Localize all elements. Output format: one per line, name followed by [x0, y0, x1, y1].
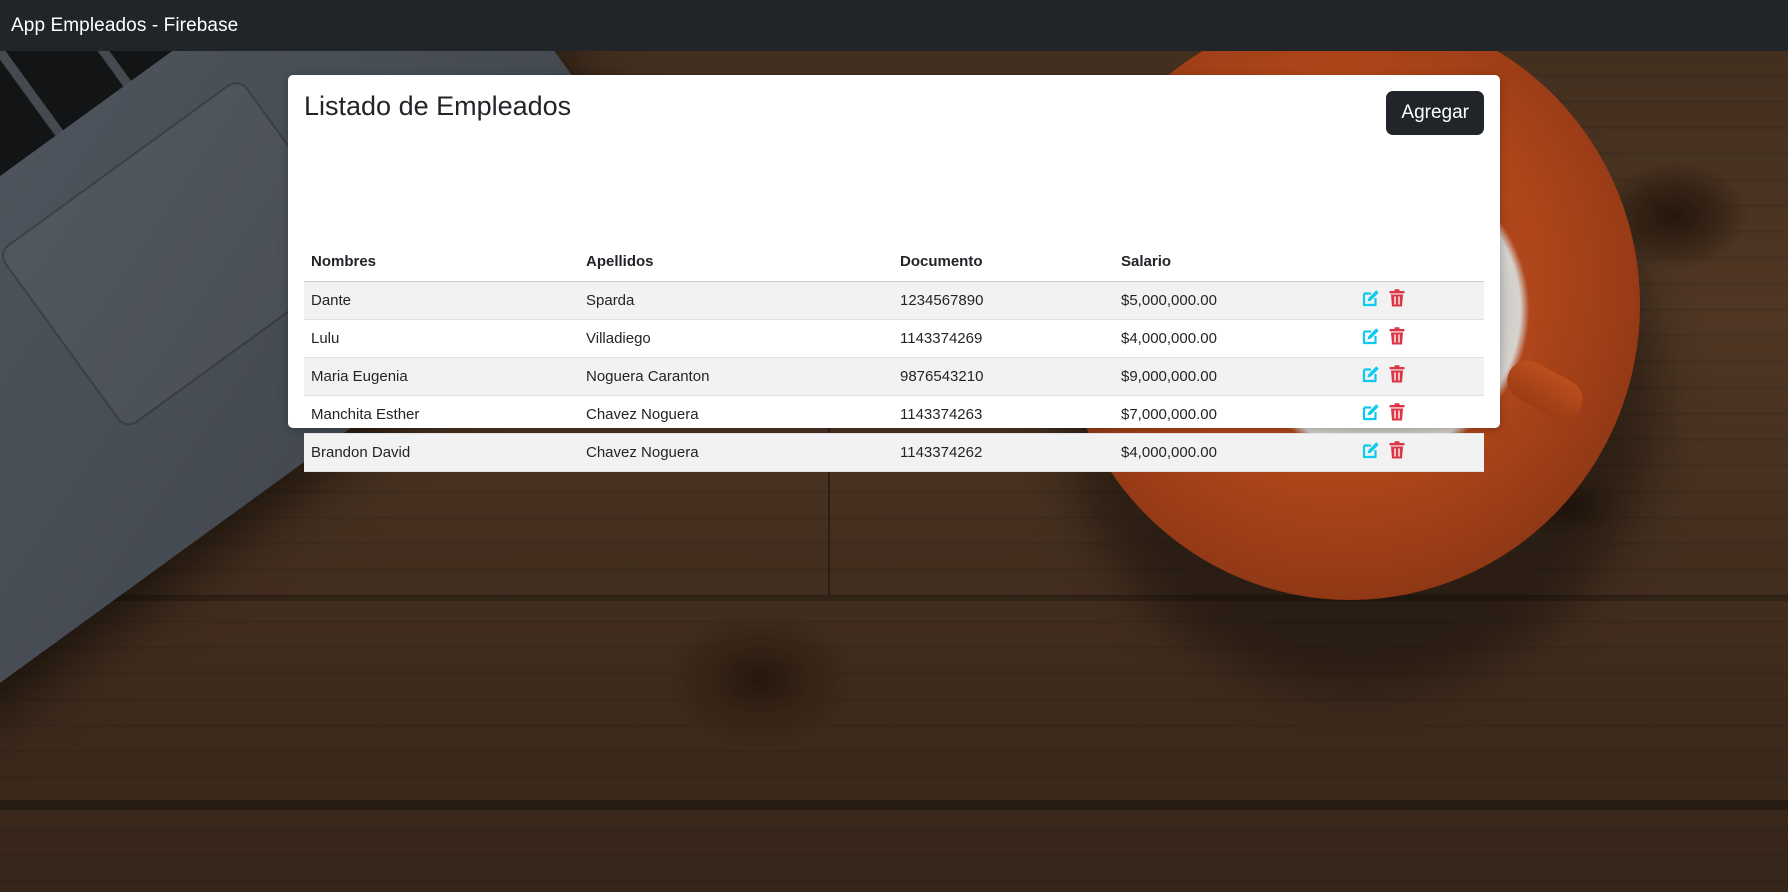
cell-salario: $7,000,000.00	[1114, 395, 1349, 434]
edit-icon[interactable]	[1361, 364, 1381, 384]
cell-documento: 1143374263	[893, 395, 1114, 434]
table-header: Nombres Apellidos Documento Salario	[304, 242, 1484, 282]
cell-salario: $4,000,000.00	[1114, 319, 1349, 358]
table-row: Lulu Villadiego 1143374269 $4,000,000.00	[304, 319, 1484, 358]
table-body: Dante Sparda 1234567890 $5,000,000.00 Lu…	[304, 281, 1484, 472]
cell-nombres: Manchita Esther	[304, 395, 579, 434]
cell-nombres: Dante	[304, 281, 579, 320]
add-employee-button[interactable]: Agregar	[1386, 91, 1484, 135]
navbar: App Empleados - Firebase	[0, 0, 1788, 51]
page-title: Listado de Empleados	[304, 91, 572, 121]
cell-salario: $9,000,000.00	[1114, 357, 1349, 396]
edit-icon[interactable]	[1361, 402, 1381, 422]
cell-actions	[1349, 319, 1484, 358]
cell-documento: 9876543210	[893, 357, 1114, 396]
trash-icon[interactable]	[1387, 288, 1407, 308]
edit-icon[interactable]	[1361, 288, 1381, 308]
cell-apellidos: Chavez Noguera	[579, 395, 893, 434]
table-row: Manchita Esther Chavez Noguera 114337426…	[304, 395, 1484, 434]
cell-actions	[1349, 281, 1484, 320]
employees-table: Nombres Apellidos Documento Salario Dant…	[304, 242, 1484, 472]
trash-icon[interactable]	[1387, 402, 1407, 422]
trash-icon[interactable]	[1387, 326, 1407, 346]
column-header-actions	[1349, 242, 1484, 282]
edit-icon[interactable]	[1361, 326, 1381, 346]
trash-icon[interactable]	[1387, 364, 1407, 384]
cell-apellidos: Sparda	[579, 281, 893, 320]
cell-nombres: Brandon David	[304, 433, 579, 472]
cell-nombres: Lulu	[304, 319, 579, 358]
cell-salario: $5,000,000.00	[1114, 281, 1349, 320]
table-row: Maria Eugenia Noguera Caranton 987654321…	[304, 357, 1484, 396]
cell-documento: 1234567890	[893, 281, 1114, 320]
cell-apellidos: Villadiego	[579, 319, 893, 358]
table-row: Brandon David Chavez Noguera 1143374262 …	[304, 433, 1484, 472]
column-header-documento: Documento	[893, 242, 1114, 282]
column-header-salario: Salario	[1114, 242, 1349, 282]
cell-nombres: Maria Eugenia	[304, 357, 579, 396]
table-row: Dante Sparda 1234567890 $5,000,000.00	[304, 281, 1484, 320]
column-header-apellidos: Apellidos	[579, 242, 893, 282]
cell-actions	[1349, 395, 1484, 434]
table-header-row: Nombres Apellidos Documento Salario	[304, 242, 1484, 282]
trash-icon[interactable]	[1387, 440, 1407, 460]
column-header-nombres: Nombres	[304, 242, 579, 282]
edit-icon[interactable]	[1361, 440, 1381, 460]
employees-card: Listado de Empleados Agregar Nombres Ape…	[288, 75, 1500, 472]
cell-salario: $4,000,000.00	[1114, 433, 1349, 472]
cell-actions	[1349, 357, 1484, 396]
navbar-brand[interactable]: App Empleados - Firebase	[11, 15, 238, 37]
cell-apellidos: Noguera Caranton	[579, 357, 893, 396]
cell-documento: 1143374262	[893, 433, 1114, 472]
cell-actions	[1349, 433, 1484, 472]
cell-apellidos: Chavez Noguera	[579, 433, 893, 472]
cell-documento: 1143374269	[893, 319, 1114, 358]
